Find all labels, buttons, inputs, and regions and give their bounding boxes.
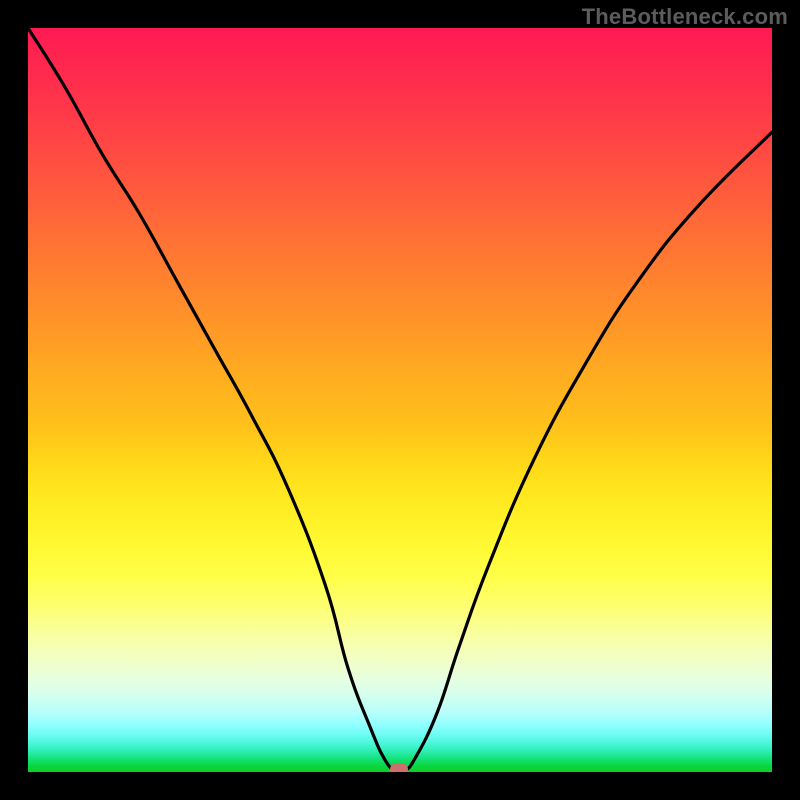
optimum-marker [390, 763, 408, 772]
watermark-text: TheBottleneck.com [582, 4, 788, 30]
chart-frame: TheBottleneck.com [0, 0, 800, 800]
bottleneck-curve [28, 28, 772, 772]
plot-area [28, 28, 772, 772]
